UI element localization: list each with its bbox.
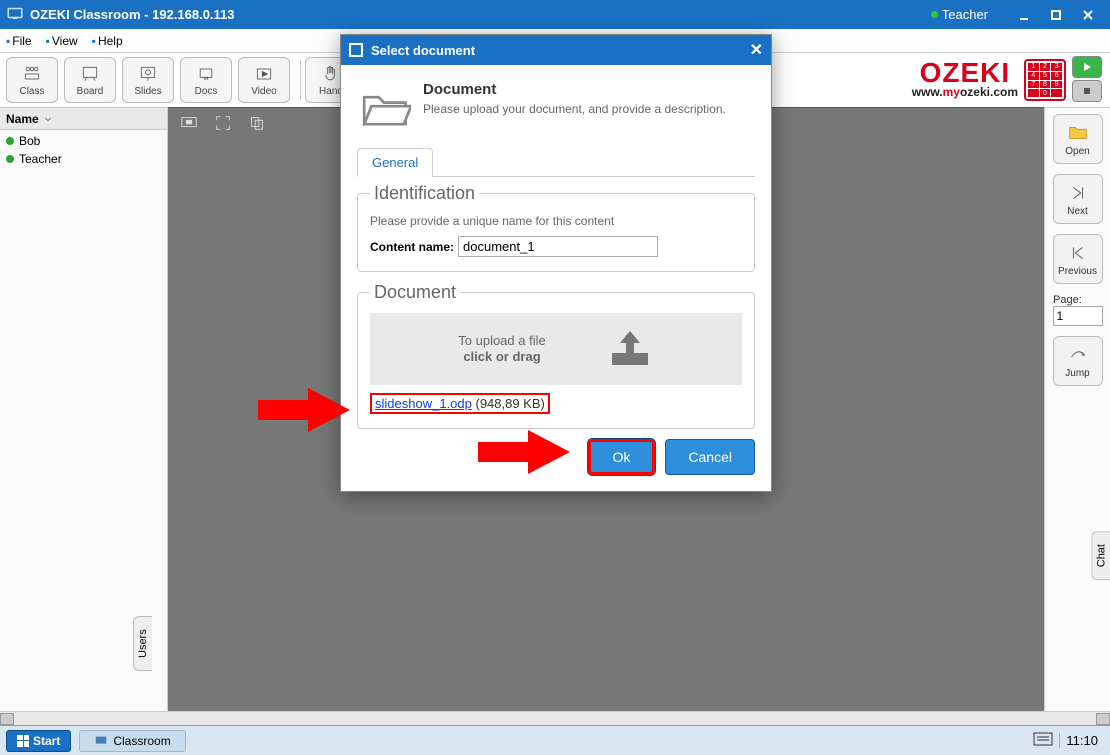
app-icon bbox=[6, 4, 30, 25]
present-icon[interactable] bbox=[180, 114, 198, 137]
brand-url: www.myozeki.com bbox=[912, 85, 1018, 99]
maximize-button[interactable] bbox=[1040, 3, 1072, 27]
folder-icon bbox=[357, 81, 411, 135]
dialog-icon bbox=[349, 43, 363, 57]
menu-help[interactable]: ▪Help bbox=[92, 34, 123, 48]
cancel-button[interactable]: Cancel bbox=[665, 439, 755, 475]
identification-fieldset: Identification Please provide a unique n… bbox=[357, 183, 755, 272]
jump-button[interactable]: Jump bbox=[1053, 336, 1103, 386]
right-panel: Open Next Previous Page: Jump bbox=[1044, 107, 1110, 711]
copy-icon[interactable] bbox=[248, 114, 266, 137]
page-label: Page: bbox=[1053, 294, 1082, 306]
start-button[interactable]: Start bbox=[6, 730, 71, 752]
minimize-button[interactable] bbox=[1008, 3, 1040, 27]
previous-button[interactable]: Previous bbox=[1053, 234, 1103, 284]
uploaded-file: slideshow_1.odp (948,89 KB) bbox=[370, 393, 742, 414]
dialog-title: Select document bbox=[371, 43, 475, 58]
dialog-close-icon[interactable]: ✕ bbox=[750, 40, 763, 60]
ok-button[interactable]: Ok bbox=[588, 439, 656, 475]
task-classroom[interactable]: Classroom bbox=[79, 730, 185, 752]
keypad-icon: 1234567890 bbox=[1024, 59, 1066, 101]
next-button[interactable]: Next bbox=[1053, 174, 1103, 224]
keyboard-icon[interactable] bbox=[1033, 732, 1053, 749]
brand-logo: OZEKI bbox=[912, 61, 1018, 85]
file-link[interactable]: slideshow_1.odp bbox=[375, 396, 472, 411]
tool-board[interactable]: Board bbox=[64, 57, 116, 103]
h-scrollbar[interactable] bbox=[0, 711, 1110, 725]
content-name-input[interactable] bbox=[458, 236, 658, 257]
play-button[interactable] bbox=[1072, 56, 1102, 78]
dialog-heading: Document bbox=[423, 81, 726, 98]
dialog-desc: Please upload your document, and provide… bbox=[423, 102, 726, 116]
current-user: Teacher bbox=[942, 7, 988, 22]
brand-area: OZEKI www.myozeki.com 1234567890 bbox=[904, 53, 1110, 107]
select-document-dialog: Select document ✕ Document Please upload… bbox=[340, 34, 772, 492]
taskbar: Start Classroom 11:10 bbox=[0, 725, 1110, 755]
titlebar: OZEKI Classroom - 192.168.0.113 Teacher bbox=[0, 0, 1110, 29]
document-fieldset: Document To upload a file click or drag … bbox=[357, 282, 755, 429]
content-name-label: Content name: bbox=[370, 240, 454, 254]
app-title: OZEKI Classroom - 192.168.0.113 bbox=[30, 7, 235, 22]
users-header[interactable]: Name bbox=[0, 108, 167, 130]
dialog-titlebar[interactable]: Select document ✕ bbox=[341, 35, 771, 65]
clock: 11:10 bbox=[1059, 733, 1104, 748]
tool-class[interactable]: Class bbox=[6, 57, 58, 103]
tab-general[interactable]: General bbox=[357, 148, 433, 177]
close-button[interactable] bbox=[1072, 3, 1104, 27]
tool-video[interactable]: Video bbox=[238, 57, 290, 103]
user-row[interactable]: Teacher bbox=[6, 152, 161, 166]
upload-icon bbox=[606, 329, 654, 369]
stop-button[interactable] bbox=[1072, 80, 1102, 102]
chat-tab[interactable]: Chat bbox=[1091, 531, 1110, 580]
users-tab[interactable]: Users bbox=[133, 616, 152, 671]
open-button[interactable]: Open bbox=[1053, 114, 1103, 164]
user-row[interactable]: Bob bbox=[6, 134, 161, 148]
fullscreen-icon[interactable] bbox=[214, 114, 232, 137]
menu-file[interactable]: ▪File bbox=[6, 34, 32, 48]
page-input[interactable] bbox=[1053, 306, 1103, 326]
menu-view[interactable]: ▪View bbox=[46, 34, 78, 48]
upload-dropzone[interactable]: To upload a file click or drag bbox=[370, 313, 742, 385]
status-dot bbox=[931, 11, 938, 18]
tool-docs[interactable]: Docs bbox=[180, 57, 232, 103]
tool-slides[interactable]: Slides bbox=[122, 57, 174, 103]
